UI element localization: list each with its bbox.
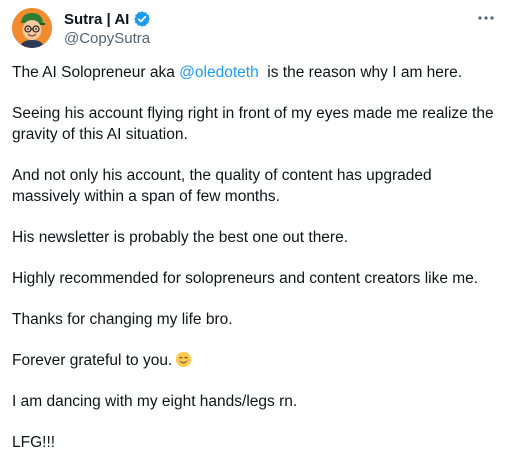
tweet-paragraph: LFG!!! bbox=[12, 434, 56, 451]
author-name-row: Sutra | AI bbox=[64, 9, 151, 29]
verified-badge-icon[interactable] bbox=[133, 10, 151, 28]
tweet-paragraph: And not only his account, the quality of… bbox=[12, 167, 432, 205]
tweet-card: Sutra | AI @CopySutra The AI Solopreneur… bbox=[0, 0, 509, 460]
tweet-text-segment: is the reason why I am here. bbox=[258, 64, 463, 81]
mention-link[interactable]: @oledoteth bbox=[179, 64, 259, 81]
smiling-face-with-tear-icon bbox=[175, 351, 192, 368]
tweet-paragraph: Forever grateful to you. bbox=[12, 350, 498, 371]
more-options-icon[interactable] bbox=[474, 8, 498, 28]
tweet-paragraph: His newsletter is probably the best one … bbox=[12, 229, 349, 246]
cartoon-avatar-icon[interactable] bbox=[12, 8, 52, 48]
tweet-paragraph: Thanks for changing my life bro. bbox=[12, 311, 233, 328]
author-handle[interactable]: @CopySutra bbox=[64, 30, 151, 47]
tweet-paragraph: Highly recommended for solopreneurs and … bbox=[12, 270, 479, 287]
tweet-text: The AI Solopreneur aka @oledoteth is the… bbox=[12, 62, 498, 473]
tweet-paragraph: Seeing his account flying right in front… bbox=[12, 105, 494, 143]
tweet-text-segment: The AI Solopreneur aka bbox=[12, 64, 180, 81]
tweet-text-segment: Forever grateful to you. bbox=[12, 352, 173, 369]
tweet-paragraph: The AI Solopreneur aka @oledoteth is the… bbox=[12, 62, 498, 83]
author-display-name[interactable]: Sutra | AI bbox=[64, 11, 129, 28]
tweet-paragraph: I am dancing with my eight hands/legs rn… bbox=[12, 393, 298, 410]
author-info: Sutra | AI @CopySutra bbox=[64, 9, 151, 47]
tweet-header: Sutra | AI @CopySutra bbox=[12, 8, 498, 52]
